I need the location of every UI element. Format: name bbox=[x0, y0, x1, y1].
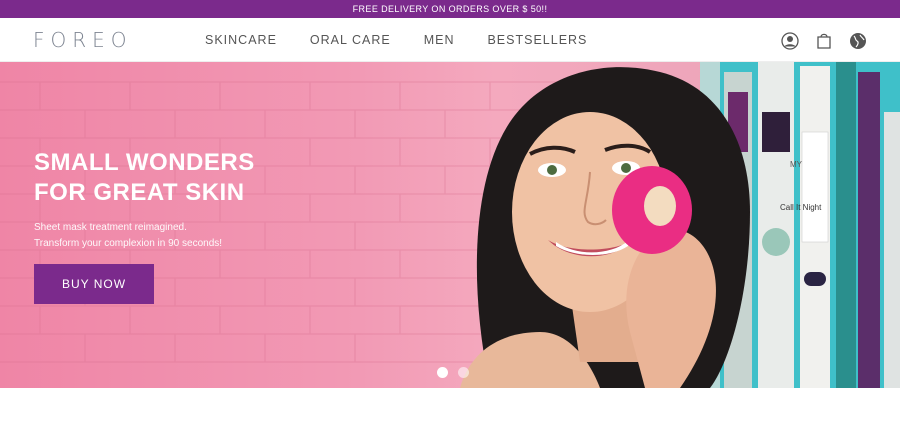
foreo-logo[interactable]: FOREO bbox=[33, 28, 133, 52]
carousel-dots bbox=[437, 367, 469, 378]
nav-item-men[interactable]: MEN bbox=[424, 33, 455, 47]
hero-subtitle: Sheet mask treatment reimagined. Transfo… bbox=[34, 222, 223, 249]
nav-item-skincare[interactable]: SKINCARE bbox=[205, 33, 277, 47]
poster-text-night: Call It Night bbox=[780, 203, 822, 212]
hero-model-image bbox=[460, 67, 750, 388]
promo-bar: FREE DELIVERY ON ORDERS OVER $ 50!! bbox=[0, 0, 900, 18]
hero-banner[interactable]: MY Call It Night SMALL WONDERS FOR GREAT… bbox=[0, 62, 900, 388]
buy-now-button[interactable]: BUY NOW bbox=[34, 264, 154, 304]
nav-item-bestsellers[interactable]: BESTSELLERS bbox=[487, 33, 587, 47]
hero-title: SMALL WONDERS FOR GREAT SKIN bbox=[34, 149, 255, 206]
shopping-bag-icon[interactable] bbox=[814, 31, 834, 51]
header-icons bbox=[780, 31, 868, 51]
site-header: FOREO SKINCARE ORAL CARE MEN BESTSELLERS bbox=[0, 18, 900, 62]
poster-text-my: MY bbox=[790, 160, 803, 169]
carousel-dot-1[interactable] bbox=[437, 367, 448, 378]
account-icon[interactable] bbox=[780, 31, 800, 51]
nav-item-oral-care[interactable]: ORAL CARE bbox=[310, 33, 391, 47]
main-nav: SKINCARE ORAL CARE MEN BESTSELLERS bbox=[205, 33, 587, 47]
promo-text: FREE DELIVERY ON ORDERS OVER $ 50!! bbox=[352, 4, 548, 14]
carousel-dot-2[interactable] bbox=[458, 367, 469, 378]
globe-icon[interactable] bbox=[848, 31, 868, 51]
